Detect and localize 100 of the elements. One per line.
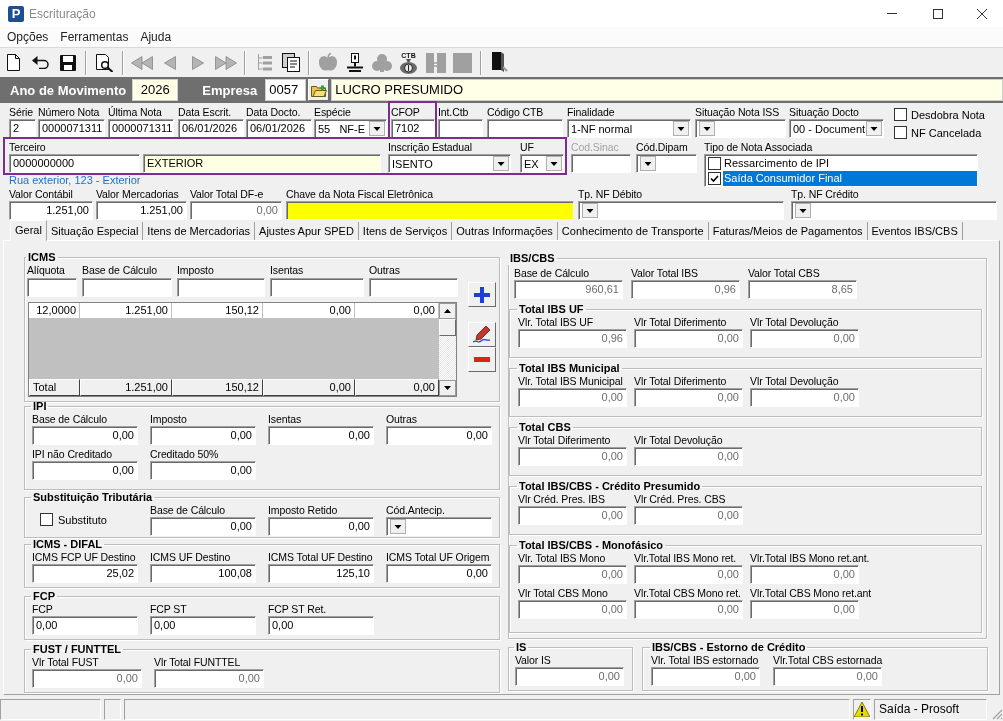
- caret-icon[interactable]: [493, 156, 509, 171]
- add-button[interactable]: [468, 282, 496, 307]
- input-field[interactable]: 960,61: [514, 280, 623, 299]
- plus-icon[interactable]: [474, 286, 490, 303]
- input-field[interactable]: 0,00: [634, 600, 743, 619]
- caret-icon[interactable]: [546, 156, 562, 171]
- input-field[interactable]: 0,00: [750, 565, 859, 584]
- input-field[interactable]: 0,00: [750, 600, 859, 619]
- input-field[interactable]: 0,96: [518, 329, 627, 348]
- input-field[interactable]: 0,00: [32, 616, 138, 635]
- dropdown-field[interactable]: [791, 201, 997, 220]
- input-field[interactable]: 1.251,00: [9, 201, 93, 220]
- input-field[interactable]: [286, 201, 574, 220]
- input-field[interactable]: 0,00: [150, 426, 256, 445]
- scroll-up-icon[interactable]: [439, 303, 456, 319]
- list-item[interactable]: Ressarcimento de IPI: [723, 156, 977, 171]
- input-field[interactable]: 0,00: [386, 426, 492, 445]
- edit-button[interactable]: [468, 322, 496, 347]
- dropdown-field[interactable]: EX: [520, 154, 564, 173]
- input-field[interactable]: 0,00: [518, 388, 627, 407]
- undo-icon[interactable]: [31, 56, 50, 69]
- input-field[interactable]: 0,00: [150, 517, 256, 536]
- input-field[interactable]: 0,00: [154, 669, 264, 688]
- input-field[interactable]: [27, 278, 77, 297]
- input-field[interactable]: 0,00: [651, 667, 760, 686]
- input-field[interactable]: 0000000000: [9, 154, 140, 173]
- input-field[interactable]: 0,00: [150, 461, 256, 480]
- save-icon[interactable]: [59, 54, 76, 71]
- caret-icon[interactable]: [390, 519, 406, 534]
- input-field[interactable]: 0,00: [268, 616, 374, 635]
- input-field[interactable]: 0,00: [634, 388, 743, 407]
- money-bag-icon[interactable]: [400, 58, 417, 74]
- input-field[interactable]: EXTERIOR: [143, 154, 381, 173]
- checkbox[interactable]: [708, 157, 721, 170]
- menu-item[interactable]: Ferramentas: [54, 27, 135, 47]
- caret-icon[interactable]: [795, 203, 811, 218]
- company-name-field[interactable]: LUCRO PRESUMIDO: [331, 79, 1003, 101]
- input-field[interactable]: 125,10: [268, 564, 374, 583]
- input-field[interactable]: 8,65: [748, 280, 857, 299]
- caret-icon[interactable]: [640, 156, 656, 171]
- input-field[interactable]: 0,00: [518, 565, 627, 584]
- stamp-icon[interactable]: [346, 53, 363, 72]
- input-field[interactable]: [571, 154, 631, 173]
- caret-icon[interactable]: [582, 203, 598, 218]
- input-field[interactable]: 0,00: [750, 388, 859, 407]
- dropdown-field[interactable]: 1-NF normal: [567, 119, 691, 138]
- document-icon[interactable]: [7, 54, 20, 71]
- maximize-icon[interactable]: [933, 8, 943, 19]
- company-code-field[interactable]: 0057: [265, 79, 307, 101]
- input-field[interactable]: 0,00: [190, 201, 282, 220]
- dropdown-field[interactable]: 00 - Document: [789, 119, 884, 138]
- input-field[interactable]: 0,00: [268, 426, 374, 445]
- scroll-down-icon[interactable]: [439, 380, 456, 396]
- checkbox[interactable]: [894, 108, 907, 121]
- input-field[interactable]: 0,00: [150, 616, 256, 635]
- remove-button[interactable]: [468, 347, 496, 372]
- tab[interactable]: Geral: [10, 220, 47, 241]
- input-field[interactable]: 0,00: [515, 667, 624, 686]
- scrollbar[interactable]: [439, 303, 456, 396]
- input-field[interactable]: [369, 278, 458, 297]
- input-field[interactable]: 0,00: [32, 669, 142, 688]
- input-field[interactable]: 100,08: [150, 564, 256, 583]
- input-field[interactable]: 0,00: [634, 565, 743, 584]
- input-field[interactable]: 0,00: [32, 426, 138, 445]
- input-field[interactable]: 0,00: [750, 329, 859, 348]
- close-icon[interactable]: [977, 8, 987, 19]
- checkbox[interactable]: [894, 126, 907, 139]
- document-search-icon[interactable]: [96, 53, 113, 72]
- menu-item[interactable]: Ajuda: [134, 27, 178, 47]
- exit-icon[interactable]: [491, 52, 508, 73]
- input-field[interactable]: 0,00: [773, 667, 882, 686]
- input-field[interactable]: [177, 278, 265, 297]
- caret-icon[interactable]: [699, 121, 715, 136]
- input-field[interactable]: 0,00: [518, 447, 627, 466]
- input-field[interactable]: 0,00: [32, 461, 138, 480]
- dropdown-field[interactable]: ISENTO: [388, 154, 511, 173]
- list-item[interactable]: Saída Consumidor Final: [723, 171, 977, 186]
- input-field[interactable]: 1.251,00: [96, 201, 187, 220]
- checkbox[interactable]: [40, 513, 53, 526]
- input-field[interactable]: 0,96: [631, 280, 740, 299]
- input-field[interactable]: 0,00: [634, 506, 743, 525]
- input-field[interactable]: 0,00: [518, 600, 627, 619]
- input-field[interactable]: 0,00: [268, 517, 374, 536]
- input-field[interactable]: [82, 278, 172, 297]
- caret-icon[interactable]: [673, 121, 689, 136]
- input-field[interactable]: 0,00: [634, 329, 743, 348]
- dropdown-field[interactable]: [695, 119, 786, 138]
- dropdown-field[interactable]: [386, 517, 492, 536]
- pencil-icon[interactable]: [473, 325, 491, 344]
- caret-icon[interactable]: [866, 121, 882, 136]
- dropdown-field[interactable]: [636, 154, 697, 173]
- input-field[interactable]: 0,00: [518, 506, 627, 525]
- scrollbar-thumb[interactable]: [439, 319, 456, 336]
- caret-icon[interactable]: [369, 121, 385, 136]
- input-field[interactable]: [270, 278, 364, 297]
- menu-item[interactable]: Opções: [1, 27, 55, 47]
- resize-grip-icon[interactable]: [992, 709, 1003, 720]
- listbox[interactable]: Ressarcimento de IPI Saída Consumidor Final: [704, 154, 978, 187]
- checkbox[interactable]: [708, 172, 721, 185]
- input-field[interactable]: 0,00: [386, 564, 492, 583]
